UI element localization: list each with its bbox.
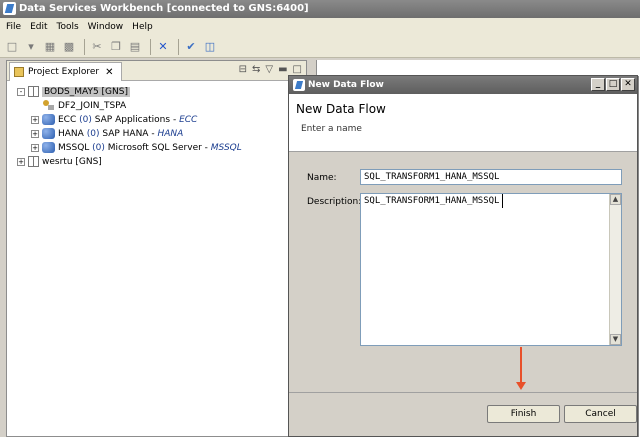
validate-icon[interactable]: ✔ — [183, 39, 199, 55]
dialog-divider — [289, 392, 637, 393]
window-title: Data Services Workbench [connected to GN… — [19, 3, 309, 14]
tree-item-label: MSSQL — [58, 142, 90, 153]
dialog-header-subtitle: Enter a name — [301, 124, 362, 134]
save-all-icon[interactable]: ▩ — [61, 39, 77, 55]
description-scrollbar[interactable]: ▲ ▼ — [609, 194, 621, 345]
dataflow-icon — [43, 100, 55, 111]
toolbar-separator — [84, 38, 85, 55]
dialog-title: New Data Flow — [308, 80, 384, 90]
tree-item-count: (0) — [79, 114, 92, 125]
description-label: Description: — [307, 197, 362, 207]
tree-item-type: SAP HANA — [102, 128, 149, 139]
menu-edit[interactable]: Edit — [30, 22, 47, 32]
close-icon[interactable]: ✕ — [105, 67, 113, 78]
finish-button[interactable]: Finish — [487, 405, 560, 423]
collapse-toggle[interactable]: - — [17, 87, 25, 96]
toolbar-separator — [150, 38, 151, 55]
tree-item-count: (0) — [86, 128, 100, 139]
expand-toggle[interactable]: + — [31, 143, 39, 152]
tree-item-alias: HANA — [157, 128, 184, 139]
menu-tools[interactable]: Tools — [57, 22, 79, 32]
dialog-titlebar: New Data Flow _ □ ✕ — [289, 76, 637, 94]
tree-item-label: DF2_JOIN_TSPA — [58, 100, 127, 111]
menu-window[interactable]: Window — [88, 22, 124, 32]
tree-item-label: wesrtu [GNS] — [42, 156, 102, 167]
collapse-all-icon[interactable]: ⊟ — [239, 64, 247, 75]
dialog-header-title: New Data Flow — [296, 102, 386, 116]
dialog-header: New Data Flow Enter a name — [289, 94, 637, 152]
tree-item[interactable]: + HANA (0) SAP HANA - HANA — [31, 127, 183, 140]
app-logo-icon — [293, 79, 305, 91]
project-icon — [28, 86, 39, 97]
tree-item[interactable]: DF2_JOIN_TSPA — [43, 99, 126, 112]
new-data-flow-dialog: New Data Flow _ □ ✕ New Data Flow Enter … — [288, 75, 638, 437]
tab-label: Project Explorer — [28, 67, 100, 77]
expand-toggle[interactable]: + — [31, 115, 39, 124]
tree-item[interactable]: + ECC (0) SAP Applications - ECC — [31, 113, 197, 126]
new-file-icon[interactable]: □ — [4, 39, 20, 55]
cancel-button[interactable]: Cancel — [564, 405, 637, 423]
scroll-down-icon[interactable]: ▼ — [610, 334, 621, 345]
maximize-button[interactable]: □ — [606, 78, 620, 91]
tree-item-alias: MSSQL — [210, 142, 242, 153]
folder-icon — [14, 67, 24, 77]
minimize-icon[interactable]: ▬ — [278, 64, 287, 75]
window-titlebar: Data Services Workbench [connected to GN… — [0, 0, 640, 18]
description-textarea[interactable]: SQL_TRANSFORM1_HANA_MSSQL ▲ ▼ — [360, 193, 622, 346]
tree-item[interactable]: + MSSQL (0) Microsoft SQL Server - MSSQL — [31, 141, 242, 154]
tree-item[interactable]: - BODS_MAY5 [GNS] — [17, 85, 130, 98]
menu-bar: File Edit Tools Window Help — [0, 18, 640, 36]
delete-icon[interactable]: ✕ — [155, 39, 171, 55]
scroll-up-icon[interactable]: ▲ — [610, 194, 621, 205]
dialog-window-controls: _ □ ✕ — [591, 78, 635, 91]
tree-item-label: HANA — [58, 128, 84, 139]
datastore-icon — [42, 114, 55, 125]
link-editor-icon[interactable]: ⇆ — [252, 64, 260, 75]
description-text: SQL_TRANSFORM1_HANA_MSSQL — [361, 194, 504, 208]
expand-toggle[interactable]: + — [31, 129, 39, 138]
close-button[interactable]: ✕ — [621, 78, 635, 91]
maximize-icon[interactable]: □ — [293, 64, 302, 75]
cut-icon[interactable]: ✂ — [89, 39, 105, 55]
dropdown-arrow-icon[interactable]: ▾ — [23, 39, 39, 55]
annotation-arrow-shaft — [520, 347, 522, 384]
menu-file[interactable]: File — [6, 22, 21, 32]
save-icon[interactable]: ▦ — [42, 39, 58, 55]
tree-item-type: Microsoft SQL Server — [107, 142, 202, 153]
paste-icon[interactable]: ▤ — [127, 39, 143, 55]
project-tree: - BODS_MAY5 [GNS] DF2_JOIN_TSPA + ECC (0… — [7, 81, 306, 167]
tree-item-type: SAP Applications — [94, 114, 171, 125]
copy-icon[interactable]: ❐ — [108, 39, 124, 55]
project-explorer-panel: Project Explorer ✕ ⊟ ⇆ ▽ ▬ □ - BODS_MAY5… — [6, 60, 307, 437]
view-controls: ⊟ ⇆ ▽ ▬ □ — [239, 64, 302, 75]
explorer-tabbar: Project Explorer ✕ ⊟ ⇆ ▽ ▬ □ — [7, 61, 306, 81]
toolbar: □ ▾ ▦ ▩ ✂ ❐ ▤ ✕ ✔ ◫ — [0, 36, 640, 58]
expand-toggle[interactable]: + — [17, 157, 25, 166]
minimize-button[interactable]: _ — [591, 78, 605, 91]
tree-item-label: ECC — [58, 114, 77, 125]
app-logo-icon — [3, 2, 16, 15]
tree-item[interactable]: + wesrtu [GNS] — [17, 155, 102, 168]
tab-project-explorer[interactable]: Project Explorer ✕ — [9, 62, 122, 81]
name-label: Name: — [307, 173, 337, 183]
name-input[interactable]: SQL_TRANSFORM1_HANA_MSSQL — [360, 169, 622, 185]
annotation-arrow-icon — [516, 382, 526, 390]
view-menu-icon[interactable]: ▽ — [265, 64, 273, 75]
project-icon — [28, 156, 39, 167]
deploy-icon[interactable]: ◫ — [202, 39, 218, 55]
datastore-icon — [42, 128, 55, 139]
datastore-icon — [42, 142, 55, 153]
menu-help[interactable]: Help — [132, 22, 153, 32]
toolbar-separator — [178, 38, 179, 55]
tree-item-count: (0) — [92, 142, 105, 153]
tree-item-alias: ECC — [179, 114, 198, 125]
tree-item-label: BODS_MAY5 [GNS] — [42, 86, 130, 97]
